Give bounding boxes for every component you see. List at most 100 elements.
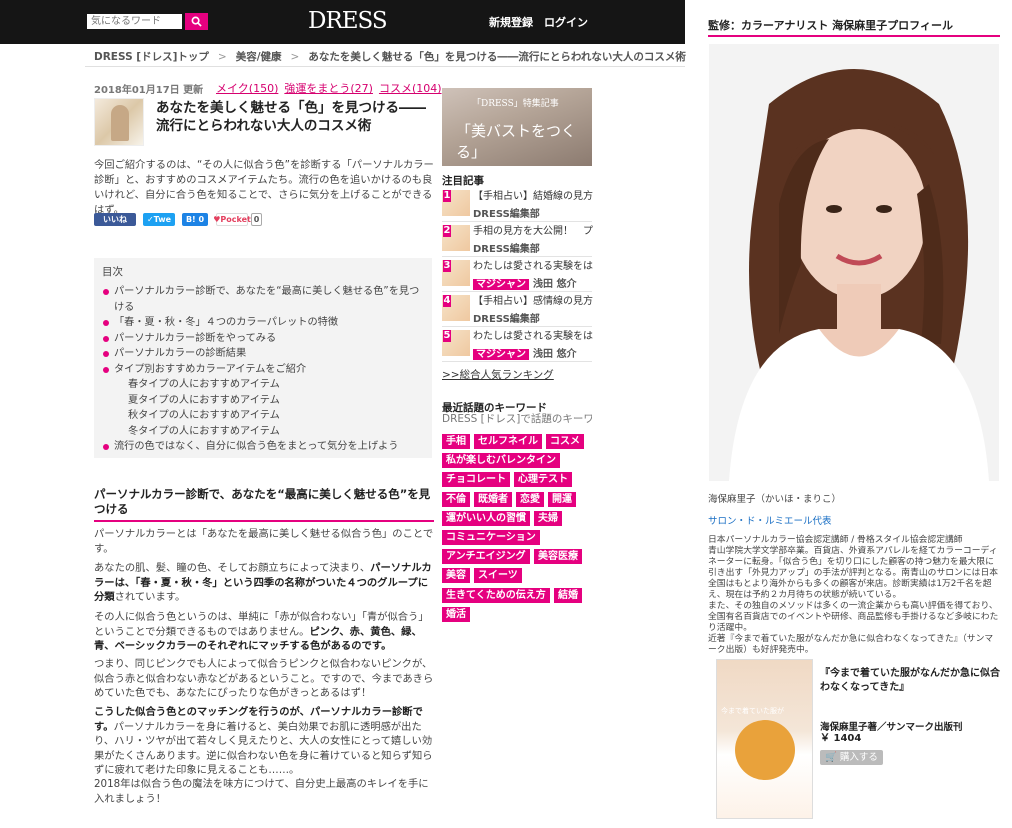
article-thumbnail bbox=[94, 98, 144, 146]
ranking-thumbnail: 2 bbox=[442, 225, 470, 251]
keyword-tag[interactable]: 美容 bbox=[442, 568, 470, 584]
keyword-tag[interactable]: 既婚者 bbox=[474, 491, 512, 507]
keyword-subheading: DRESS [ドレス]で話題のキーワ bbox=[442, 413, 592, 425]
author-name: 浅田 悠介 bbox=[533, 279, 577, 290]
keyword-tag[interactable]: 心理テスト bbox=[514, 472, 572, 488]
author-name: DRESS編集部 bbox=[473, 314, 540, 325]
ranking-title: わたしは愛される実験をは bbox=[473, 331, 593, 342]
toc-item[interactable]: 「春・夏・秋・冬」４つのカラーパレットの特徴 bbox=[102, 315, 424, 331]
keyword-tag[interactable]: 婚活 bbox=[442, 606, 470, 622]
keyword-tag[interactable]: 開運 bbox=[548, 491, 576, 507]
keyword-tag[interactable]: 結婚 bbox=[554, 587, 582, 603]
keyword-tag[interactable]: スイーツ bbox=[474, 568, 522, 584]
breadcrumb-home[interactable]: DRESS [ドレス]トップ bbox=[94, 51, 209, 63]
book-title: 『今まで着ていた服がなんだか急に似合わなくなってきた』 bbox=[820, 668, 1000, 693]
hatena-bookmark-button[interactable]: B! 0 bbox=[182, 213, 208, 226]
author-name: 浅田 悠介 bbox=[533, 349, 577, 360]
keyword-tag[interactable]: 私が楽しむバレンタイン bbox=[442, 453, 560, 469]
toc-title: 目次 bbox=[102, 266, 123, 278]
signup-link[interactable]: 新規登録 bbox=[489, 14, 533, 30]
toc-item[interactable]: パーソナルカラー診断で、あなたを“最高に美しく魅せる色”を見つける bbox=[102, 284, 424, 315]
rank-number: 2 bbox=[443, 225, 451, 237]
search-icon bbox=[191, 16, 202, 27]
article-date: 2018年01月17日 更新 bbox=[94, 85, 204, 96]
section-heading: パーソナルカラー診断で、あなたを“最高に美しく魅せる色”を見つける bbox=[94, 487, 434, 522]
breadcrumb: DRESS [ドレス]トップ > 美容/健康 > あなたを美しく魅せる「色」を見つける―… bbox=[94, 49, 686, 64]
ranking-item[interactable]: 4 【手相占い】感情線の見方 DRESS編集部 bbox=[442, 293, 593, 327]
book-price: ￥ 1404 bbox=[820, 733, 862, 744]
breadcrumb-current: あなたを美しく魅せる「色」を見つける――流行にとらわれない大人のコスメ術 bbox=[308, 51, 686, 63]
ranking-author: マジシャン 浅田 悠介 bbox=[473, 345, 576, 360]
ranking-item[interactable]: 5 わたしは愛される実験をは マジシャン 浅田 悠介 bbox=[442, 328, 593, 362]
ranking-title: 【手相占い】結婚線の見方 bbox=[473, 191, 593, 202]
keyword-tag[interactable]: 夫婦 bbox=[534, 510, 562, 526]
login-link[interactable]: ログイン bbox=[544, 14, 588, 30]
profile-photo bbox=[709, 44, 999, 481]
tag-link[interactable]: メイク(150) bbox=[216, 82, 278, 95]
ranking-item[interactable]: 2 手相の見方を大公開！ プ DRESS編集部 bbox=[442, 223, 593, 257]
keyword-tag[interactable]: 美容医療 bbox=[534, 549, 582, 565]
paragraph: 2018年は似合う色の魔法を味方につけて、自分史上最高のキレイを手に入れましょう… bbox=[94, 778, 429, 805]
bio-line: 日本パーソナルカラー協会認定講師 / 骨格スタイル協会認定講師 bbox=[708, 535, 963, 545]
ranking-author: DRESS編集部 bbox=[473, 240, 540, 255]
top-header: DRESS 新規登録 ログイン bbox=[0, 0, 685, 44]
ranking-item[interactable]: 3 わたしは愛される実験をは マジシャン 浅田 悠介 bbox=[442, 258, 593, 292]
buy-label: 購入する bbox=[839, 752, 878, 763]
keyword-tag[interactable]: コミュニケーション bbox=[442, 530, 540, 545]
keyword-tag[interactable]: 運がいい人の習慣 bbox=[442, 510, 530, 526]
keyword-tag[interactable]: 不倫 bbox=[442, 491, 470, 507]
profile-shop-link[interactable]: サロン・ド・ルミエール代表 bbox=[708, 513, 832, 527]
book-cover[interactable]: 今まで着ていた服が bbox=[716, 659, 813, 819]
site-logo[interactable]: DRESS bbox=[308, 8, 388, 34]
author-badge: マジシャン bbox=[473, 349, 529, 360]
hatena-icon: B! bbox=[185, 215, 196, 224]
tag-link[interactable]: コスメ(104) bbox=[379, 82, 442, 95]
book-cover-text: 今まで着ていた服が bbox=[721, 707, 784, 715]
toc-item[interactable]: 秋タイプの人におすすめアイテム bbox=[102, 408, 424, 424]
bio-line: また、その独自のメソッドは多くの一流企業からも高い評価を得ており、全国有名百貨店… bbox=[708, 601, 999, 633]
pocket-button[interactable]: ♥ Pocket bbox=[213, 213, 251, 226]
keyword-tag[interactable]: セルフネイル bbox=[474, 434, 542, 449]
keyword-tag[interactable]: 手相 bbox=[442, 434, 470, 449]
ranking-author: DRESS編集部 bbox=[473, 205, 540, 220]
banner-label: 「DRESS」特集記事 bbox=[472, 99, 559, 109]
search-input[interactable] bbox=[87, 14, 182, 29]
keyword-tag[interactable]: コスメ bbox=[546, 434, 584, 449]
keyword-tag[interactable]: 生きてくための伝え方 bbox=[442, 587, 550, 603]
toc-item[interactable]: パーソナルカラー診断をやってみる bbox=[102, 331, 424, 347]
tag-link[interactable]: 強運をまとう(27) bbox=[284, 82, 373, 95]
rank-number: 3 bbox=[443, 260, 451, 272]
featured-heading: 注目記事 bbox=[442, 175, 484, 187]
author-name: DRESS編集部 bbox=[473, 209, 540, 220]
breadcrumb-category[interactable]: 美容/健康 bbox=[236, 51, 282, 63]
keyword-tag[interactable]: 恋愛 bbox=[516, 491, 544, 507]
profile-name: 海保麻里子（かいほ・まりこ） bbox=[708, 494, 842, 505]
keyword-tag[interactable]: アンチエイジング bbox=[442, 549, 530, 565]
toc-item[interactable]: 流行の色ではなく、自分に似合う色をまとって気分を上げよう bbox=[102, 439, 424, 455]
buy-button[interactable]: 🛒 購入する bbox=[820, 750, 883, 765]
rank-number: 1 bbox=[443, 190, 451, 202]
tweet-button[interactable]: ✓ Twe bbox=[143, 213, 175, 226]
facebook-like-button[interactable]: いいね bbox=[94, 213, 136, 226]
author-badge: マジシャン bbox=[473, 279, 529, 290]
toc-item[interactable]: パーソナルカラーの診断結果 bbox=[102, 346, 424, 362]
author-name: DRESS編集部 bbox=[473, 244, 540, 255]
tweet-label: Twe bbox=[153, 215, 172, 224]
toc-item[interactable]: 夏タイプの人におすすめアイテム bbox=[102, 393, 424, 409]
feature-banner[interactable]: 「DRESS」特集記事 「美バストをつくる」 bbox=[442, 88, 592, 166]
banner-title: 「美バストをつくる」 bbox=[456, 122, 577, 161]
hatena-count: 0 bbox=[198, 215, 205, 224]
toc-item[interactable]: 冬タイプの人におすすめアイテム bbox=[102, 424, 424, 440]
keyword-tag[interactable]: チョコレート bbox=[442, 472, 510, 488]
toc-item[interactable]: タイプ別おすすめカラーアイテムをご紹介 bbox=[102, 362, 424, 378]
paragraph: こうした似合う色とのマッチングを行うのが、パーソナルカラー診断です。パーソナルカ… bbox=[94, 706, 433, 776]
divider bbox=[85, 66, 685, 67]
ranking-title: わたしは愛される実験をは bbox=[473, 261, 593, 272]
ranking-link[interactable]: >>総合人気ランキング bbox=[442, 367, 554, 382]
search-button[interactable] bbox=[185, 13, 208, 30]
twitter-icon: ✓ bbox=[146, 215, 154, 224]
ranking-item[interactable]: 1 【手相占い】結婚線の見方 DRESS編集部 bbox=[442, 188, 593, 222]
toc-list: パーソナルカラー診断で、あなたを“最高に美しく魅せる色”を見つける 「春・夏・秋・… bbox=[102, 284, 424, 455]
ranking-author: マジシャン 浅田 悠介 bbox=[473, 275, 576, 290]
toc-item[interactable]: 春タイプの人におすすめアイテム bbox=[102, 377, 424, 393]
